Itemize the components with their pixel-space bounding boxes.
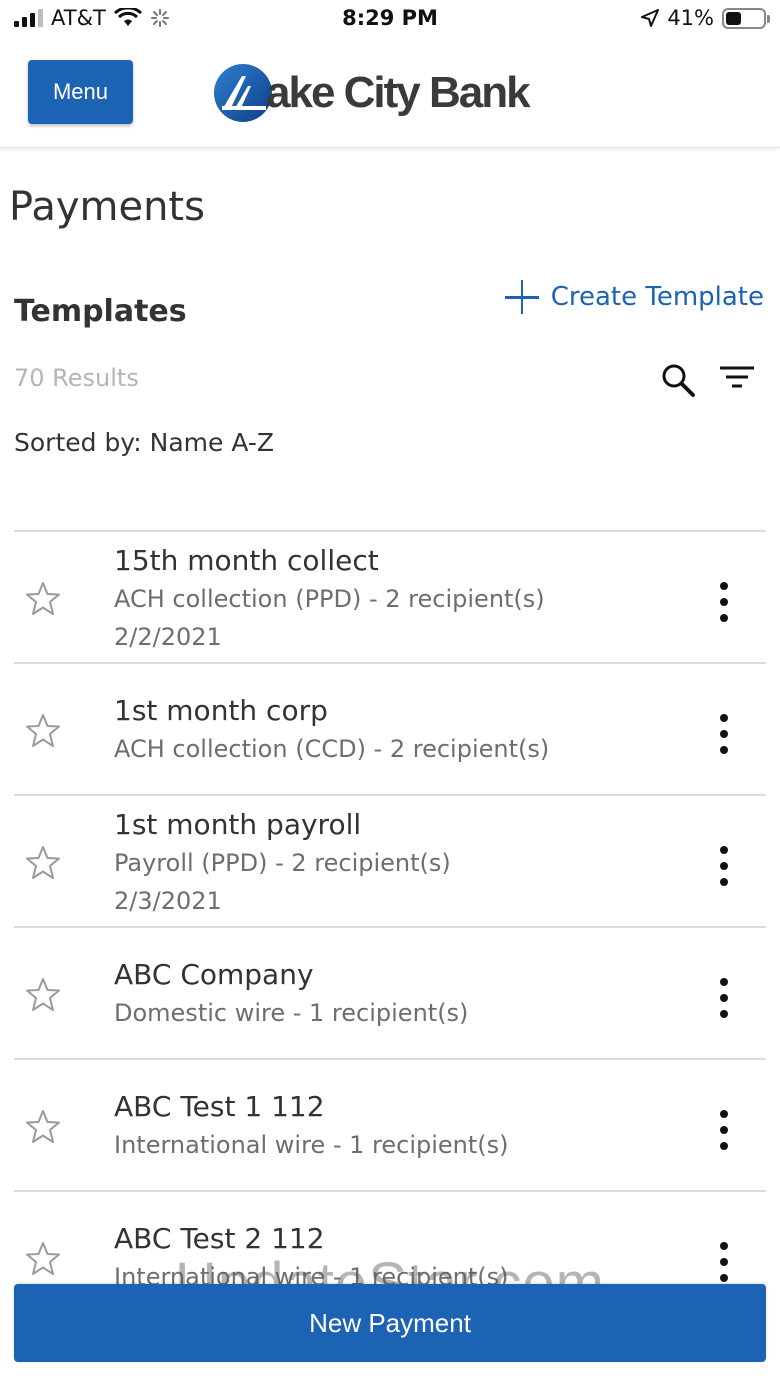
logo-text: ake City Bank <box>266 68 531 117</box>
star-icon[interactable] <box>24 976 62 1014</box>
template-detail: ACH collection (PPD) - 2 recipient(s) <box>114 585 545 613</box>
template-text: 15th month collect ACH collection (PPD) … <box>114 542 676 656</box>
bank-logo[interactable]: ake City Bank <box>212 62 531 124</box>
battery-fill <box>726 11 741 25</box>
template-name: 15th month collect <box>114 544 379 577</box>
filter-icon[interactable] <box>718 364 756 392</box>
create-template-label: Create Template <box>550 282 764 312</box>
template-name: ABC Test 1 112 <box>114 1090 325 1123</box>
star-icon[interactable] <box>24 1108 62 1146</box>
star-icon[interactable] <box>24 712 62 750</box>
template-row[interactable]: 1st month corp ACH collection (CCD) - 2 … <box>14 662 766 794</box>
template-detail: Domestic wire - 1 recipient(s) <box>114 999 469 1027</box>
app-header: Menu ake City Bank <box>0 40 780 148</box>
template-text: 1st month payroll Payroll (PPD) - 2 reci… <box>114 806 676 920</box>
create-template-link[interactable]: Create Template <box>504 280 764 314</box>
star-icon[interactable] <box>24 844 62 882</box>
results-count: 70 Results <box>14 364 139 392</box>
star-icon[interactable] <box>24 1240 62 1278</box>
more-options-icon[interactable] <box>720 978 728 1018</box>
plus-icon <box>504 280 539 314</box>
template-name: ABC Test 2 112 <box>114 1222 325 1255</box>
template-text: 1st month corp ACH collection (CCD) - 2 … <box>114 692 676 768</box>
template-date: 2/2/2021 <box>114 623 222 651</box>
logo-mark-icon <box>214 64 272 122</box>
template-list: 15th month collect ACH collection (PPD) … <box>14 530 766 1322</box>
menu-button[interactable]: Menu <box>28 60 133 124</box>
template-row[interactable]: 1st month payroll Payroll (PPD) - 2 reci… <box>14 794 766 926</box>
template-text: ABC Company Domestic wire - 1 recipient(… <box>114 956 676 1032</box>
more-options-icon[interactable] <box>720 714 728 754</box>
status-bar: AT&T 8:29 PM 41% <box>0 0 780 40</box>
more-options-icon[interactable] <box>720 1242 728 1282</box>
template-name: 1st month corp <box>114 694 328 727</box>
location-arrow-icon <box>641 9 660 27</box>
template-text: ABC Test 1 112 International wire - 1 re… <box>114 1088 676 1164</box>
more-options-icon[interactable] <box>720 846 728 886</box>
star-icon[interactable] <box>24 580 62 618</box>
template-row[interactable]: ABC Test 1 112 International wire - 1 re… <box>14 1058 766 1190</box>
template-detail: ACH collection (CCD) - 2 recipient(s) <box>114 735 550 763</box>
section-title: Templates <box>14 294 187 329</box>
template-date: 2/3/2021 <box>114 887 222 915</box>
battery-icon <box>722 7 770 29</box>
template-row[interactable]: ABC Company Domestic wire - 1 recipient(… <box>14 926 766 1058</box>
sort-label: Sorted by: Name A-Z <box>14 428 275 457</box>
template-detail: International wire - 1 recipient(s) <box>114 1131 509 1159</box>
more-options-icon[interactable] <box>720 582 728 622</box>
template-detail: Payroll (PPD) - 2 recipient(s) <box>114 849 451 877</box>
new-payment-button[interactable]: New Payment <box>14 1284 766 1362</box>
more-options-icon[interactable] <box>720 1110 728 1150</box>
status-right: 41% <box>641 6 770 30</box>
battery-percent: 41% <box>667 6 714 30</box>
template-row[interactable]: 15th month collect ACH collection (PPD) … <box>14 530 766 662</box>
template-name: 1st month payroll <box>114 808 362 841</box>
template-name: ABC Company <box>114 958 314 991</box>
search-icon[interactable] <box>660 362 696 398</box>
page-title: Payments <box>9 184 205 230</box>
